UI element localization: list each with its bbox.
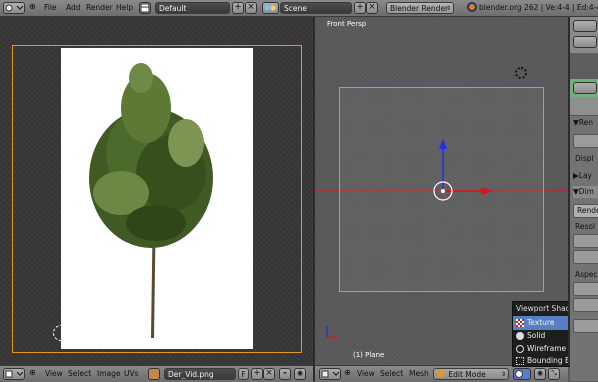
menu-file[interactable]: File [44,0,57,16]
axis-gizmo-icon [326,326,337,338]
image-browse-icon[interactable] [148,368,160,380]
resolution-x-field[interactable] [573,234,598,248]
image-cursor[interactable] [53,325,69,341]
outliner-list [570,53,598,79]
image-menu-uvs[interactable]: UVs [124,366,139,382]
viewport-type-icon[interactable] [319,368,341,380]
viewport-menu-mesh[interactable]: Mesh [409,366,429,382]
screen-layout-icon[interactable] [139,2,151,14]
shading-option-label: Texture [527,318,555,327]
collapse-icon[interactable]: ⊕ [344,368,351,377]
properties-header [570,79,598,97]
transform-manipulator[interactable] [427,135,497,215]
mode-select[interactable]: Edit Mode ⇕ [433,368,509,380]
aspect-x-field[interactable] [573,282,598,296]
display-label: Displ [575,154,594,163]
image-new-icon[interactable]: + [251,368,263,380]
border-field[interactable] [573,319,598,333]
screen-add-icon[interactable]: + [232,2,244,14]
object-info: (1) Plane [353,351,385,359]
tree-image [61,48,253,349]
image-menu-view[interactable]: View [45,366,63,382]
scene-add-icon[interactable]: + [354,2,366,14]
panel-label: Lay [578,171,592,180]
info-header: ⊕ File Add Render Help Default + × Scene… [0,0,598,17]
pin-icon[interactable]: ⌖ [279,368,291,380]
scene-stats: blender.org 262 | Ve:4-4 | Ed:4-4 | Fa:1 [479,3,598,12]
viewport-menu-view[interactable]: View [357,366,375,382]
viewport-shading-icon[interactable] [513,368,531,380]
bounding-box-icon [516,357,524,365]
menu-add[interactable]: Add [66,0,81,16]
menu-render[interactable]: Render [86,0,113,16]
blender-logo-icon [467,2,477,12]
chevron-updown-icon: ⇕ [500,371,506,378]
properties-panel: ▼Ren Displ ▶Lay ▼Dim Rende Resol Aspec [570,17,598,381]
image-editor-footer: ⊕ View Select Image UVs Der_Vid.png F + … [0,365,313,382]
editor-type-icon[interactable] [3,2,25,14]
fake-user-button[interactable]: F [238,368,249,380]
render-presets-button[interactable]: Rende [573,204,598,218]
image-menu-image[interactable]: Image [97,366,121,382]
render-engine-label: Blender Render [390,4,449,13]
outliner-icon[interactable] [573,20,597,32]
texture-icon [516,319,524,327]
scene-icon[interactable] [262,2,279,14]
aspect-label: Aspec [575,270,598,279]
scene-close-icon[interactable]: × [366,2,378,14]
resolution-label: Resol [575,222,596,231]
collapse-icon[interactable]: ⊕ [29,368,36,377]
menu-help[interactable]: Help [116,0,133,16]
viewport-label: Front Persp [327,20,367,28]
chevron-updown-icon: ⇕ [445,5,451,12]
lamp-icon[interactable] [515,67,527,79]
wireframe-icon [516,345,524,353]
panel-label: Ren [578,118,594,127]
screen-layout-field[interactable]: Default [155,2,230,14]
dimensions-panel-header[interactable]: ▼Dim [573,186,598,198]
shading-option-label: Wireframe [527,344,567,353]
panel-label: Dim [578,187,594,196]
solid-icon [516,332,524,340]
edit-mode-icon [437,370,444,377]
mode-label: Edit Mode [448,370,486,379]
properties-type-icon[interactable] [573,82,597,94]
image-menu-select[interactable]: Select [68,366,91,382]
scene-field[interactable]: Scene [280,2,352,14]
properties-tabs[interactable] [570,97,598,116]
layers-panel-header[interactable]: ▶Lay [573,170,598,182]
render-button[interactable] [573,134,598,148]
tree-picture [89,63,213,338]
outliner-filter-icon[interactable] [573,36,597,48]
image-name-field[interactable]: Der_Vid.png [164,368,236,380]
render-engine-select[interactable]: Blender Render ⇕ [386,2,454,14]
pivot-icon[interactable]: ◉ [294,368,306,380]
aspect-y-field[interactable] [573,298,598,312]
image-unlink-icon[interactable]: × [263,368,275,380]
screen-close-icon[interactable]: × [245,2,257,14]
collapse-icon[interactable]: ⊕ [29,2,36,11]
resolution-y-field[interactable] [573,250,598,264]
manipulator-icon[interactable]: ⤡ [548,368,560,380]
render-panel-header[interactable]: ▼Ren [573,117,598,129]
pivot-point-icon[interactable]: ◉ [534,368,546,380]
outliner-header [570,17,598,53]
image-editor-type-icon[interactable] [3,368,25,380]
viewport-menu-select[interactable]: Select [380,366,403,382]
shading-option-label: Solid [527,331,546,340]
image-editor[interactable] [0,17,313,365]
